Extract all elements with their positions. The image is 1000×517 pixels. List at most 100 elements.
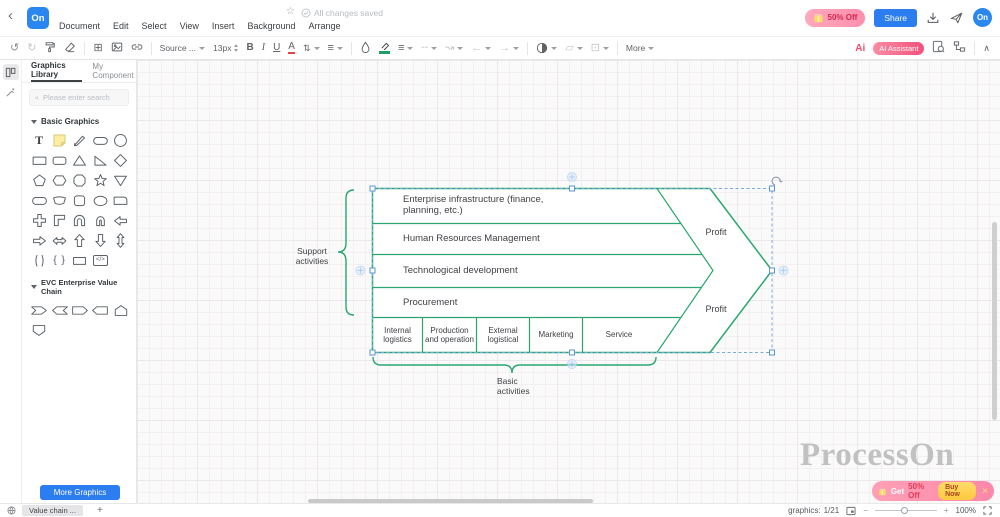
beautify-icon[interactable]	[3, 84, 19, 100]
stroke-color-button[interactable]	[379, 42, 390, 54]
fullscreen-icon[interactable]	[983, 506, 992, 515]
shape-search-box[interactable]	[29, 89, 129, 106]
font-color-button[interactable]: A	[288, 42, 295, 54]
cell-service[interactable]: Service	[583, 318, 655, 352]
insert-table-icon[interactable]: ⊞	[93, 43, 102, 54]
shape-pentagon[interactable]	[30, 171, 49, 189]
menu-arrange[interactable]: Arrange	[308, 21, 340, 31]
redo-icon[interactable]: ↻	[27, 43, 36, 54]
shape-pentagon-down[interactable]	[30, 321, 49, 339]
shape-pencil[interactable]	[70, 131, 89, 149]
menu-view[interactable]: View	[180, 21, 199, 31]
cell-production-operation[interactable]: Production and operation	[423, 318, 476, 352]
zoom-level[interactable]: 100%	[956, 506, 976, 515]
profit-bottom-label[interactable]: Profit	[692, 304, 740, 315]
back-button[interactable]: ‹	[8, 7, 13, 24]
search-input[interactable]	[43, 93, 123, 102]
promo-close-icon[interactable]: ×	[982, 486, 988, 497]
share-button[interactable]: Share	[874, 9, 917, 27]
shape-pentagon-right[interactable]	[70, 301, 89, 319]
shape-pentagon-left[interactable]	[91, 301, 110, 319]
shape-pentagon-up[interactable]	[111, 301, 130, 319]
rotate-handle[interactable]	[772, 177, 782, 185]
shape-rectangle[interactable]	[30, 151, 49, 169]
shape-corner[interactable]	[50, 211, 69, 229]
page-style-icon[interactable]	[7, 506, 16, 515]
shape-parentheses[interactable]	[30, 251, 49, 269]
row-enterprise-infrastructure[interactable]: Enterprise infrastructure (finance, plan…	[403, 194, 581, 216]
shape-stadium[interactable]	[91, 131, 110, 149]
shape-arrow-double-vertical[interactable]	[111, 231, 130, 249]
format-painter-icon[interactable]	[44, 41, 56, 56]
tab-graphics-library[interactable]: Graphics Library	[31, 60, 82, 82]
arrow-start-select[interactable]: ←	[471, 43, 491, 54]
insert-link-icon[interactable]	[131, 41, 143, 56]
zoom-in-button[interactable]: +	[944, 506, 949, 515]
basic-brace[interactable]	[373, 357, 656, 373]
font-family-select[interactable]: Source ...	[160, 43, 205, 53]
shape-arrow-down[interactable]	[91, 231, 110, 249]
ai-assistant-button[interactable]: AI Assistant	[873, 42, 924, 55]
cell-internal-logistics[interactable]: Internal logistics	[373, 318, 422, 352]
discount-badge[interactable]: 50% Off	[805, 9, 866, 27]
shape-right-triangle[interactable]	[91, 151, 110, 169]
shape-cross[interactable]	[30, 211, 49, 229]
shape-rect-small[interactable]	[70, 251, 89, 269]
shape-chevron-left[interactable]	[50, 301, 69, 319]
account-avatar[interactable]: On	[973, 8, 992, 27]
favorite-star-icon[interactable]: ☆	[286, 6, 295, 17]
tab-my-component[interactable]: My Component	[92, 60, 136, 82]
promo-banner[interactable]: Get 50% Off Buy Now ×	[872, 481, 994, 501]
row-technological-development[interactable]: Technological development	[403, 265, 643, 276]
row-procurement[interactable]: Procurement	[403, 297, 643, 308]
zoom-out-button[interactable]: −	[863, 506, 868, 515]
more-graphics-button[interactable]: More Graphics	[40, 485, 120, 500]
insert-image-icon[interactable]	[111, 41, 123, 56]
align-select[interactable]: ≡	[328, 43, 343, 54]
shape-code-block[interactable]: </>	[91, 251, 110, 269]
undo-icon[interactable]: ↺	[10, 43, 19, 54]
menu-background[interactable]: Background	[247, 21, 295, 31]
app-logo[interactable]: On	[27, 7, 49, 29]
shape-rounded-square[interactable]	[70, 191, 89, 209]
line-spacing-select[interactable]: ⇅	[303, 44, 320, 53]
vertical-scrollbar[interactable]	[992, 222, 997, 420]
minimap-icon[interactable]	[846, 506, 856, 516]
shape-hexagon[interactable]	[50, 171, 69, 189]
theme-select[interactable]	[536, 42, 557, 54]
shape-banner-right[interactable]	[30, 301, 49, 319]
add-page-button[interactable]: +	[97, 505, 103, 516]
shape-arrow-up[interactable]	[70, 231, 89, 249]
basic-activities-label[interactable]: Basic activities	[497, 376, 541, 396]
clear-format-icon[interactable]	[64, 41, 76, 56]
shape-triangle[interactable]	[70, 151, 89, 169]
font-size-select[interactable]: 13px	[213, 43, 238, 53]
more-menu[interactable]: More	[626, 43, 654, 53]
zoom-slider-knob[interactable]	[901, 507, 908, 514]
arrow-end-select[interactable]: →	[499, 43, 519, 54]
bold-button[interactable]: B	[246, 43, 253, 53]
shape-octagon[interactable]	[70, 171, 89, 189]
shape-arrow-right[interactable]	[30, 231, 49, 249]
connector-style-select[interactable]: ↝	[445, 43, 463, 54]
menu-edit[interactable]: Edit	[113, 21, 129, 31]
line-width-select[interactable]: ≡	[398, 43, 413, 54]
profit-top-label[interactable]: Profit	[692, 227, 740, 238]
send-icon[interactable]	[949, 11, 964, 25]
shape-arrow-double-horizontal[interactable]	[50, 231, 69, 249]
shape-arrow-left[interactable]	[111, 211, 130, 229]
shape-arch-narrow[interactable]	[91, 211, 110, 229]
shape-snip-corner-rect[interactable]	[111, 191, 130, 209]
shape-text[interactable]: T	[30, 131, 49, 149]
zoom-slider[interactable]	[875, 507, 937, 515]
shape-star[interactable]	[91, 171, 110, 189]
shape-inverted-triangle[interactable]	[111, 171, 130, 189]
section-evc[interactable]: EVC Enterprise Value Chain	[22, 273, 136, 299]
find-replace-icon[interactable]	[932, 40, 945, 56]
shape-rounded-rectangle[interactable]	[50, 151, 69, 169]
shape-braces[interactable]: { }	[50, 251, 69, 269]
buy-now-button[interactable]: Buy Now	[938, 482, 976, 500]
menu-document[interactable]: Document	[59, 21, 100, 31]
line-dash-select[interactable]: ╌	[421, 43, 437, 54]
shapes-panel-icon[interactable]	[3, 64, 19, 80]
